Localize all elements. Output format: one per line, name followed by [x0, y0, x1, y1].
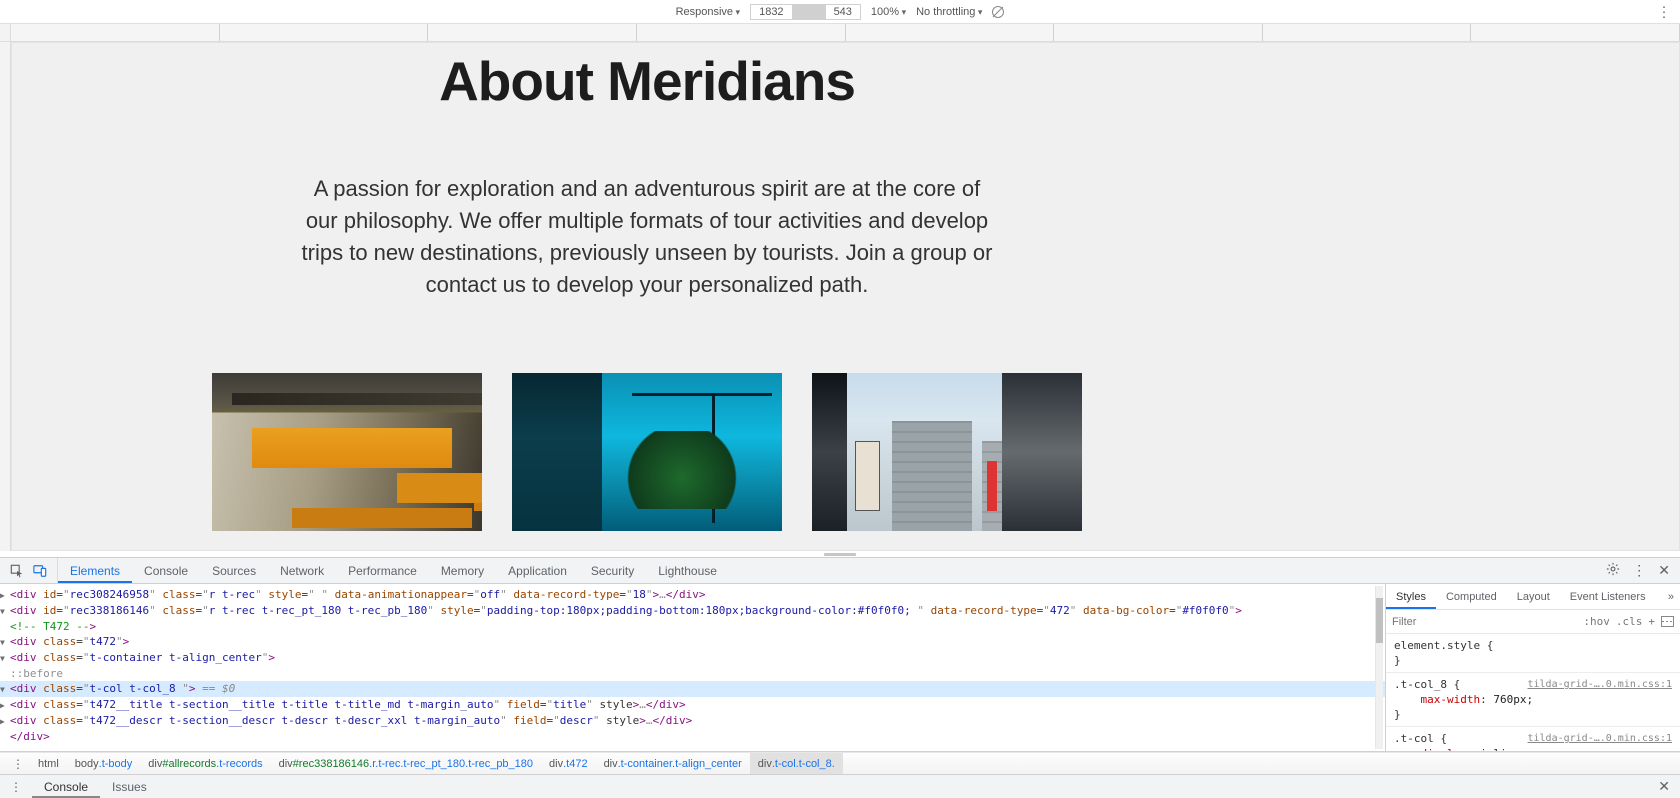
- styles-tab-computed[interactable]: Computed: [1436, 584, 1507, 609]
- dom-node[interactable]: <div class="t472__descr t-section__descr…: [0, 713, 1385, 729]
- tab-console[interactable]: Console: [132, 558, 200, 583]
- dom-node[interactable]: <div class="t472">: [0, 634, 1385, 650]
- css-declaration[interactable]: display: inline;: [1394, 746, 1672, 751]
- styles-tab-styles[interactable]: Styles: [1386, 584, 1436, 609]
- rule-t-col[interactable]: tilda-grid-….0.min.css:1.t-col {: [1394, 731, 1672, 746]
- toggle-hov-button[interactable]: :hov: [1583, 615, 1610, 628]
- drawer-tab-issues[interactable]: Issues: [100, 775, 159, 798]
- elements-scrollbar[interactable]: [1375, 586, 1383, 749]
- responsive-mode-dropdown[interactable]: Responsive: [676, 6, 741, 18]
- source-link[interactable]: tilda-grid-….0.min.css:1: [1528, 677, 1673, 692]
- drawer-tab-console[interactable]: Console: [32, 775, 100, 798]
- breadcrumb-item[interactable]: div#rec338186146.r.t-rec.t-rec_pt_180.t-…: [271, 753, 541, 774]
- breadcrumb-item[interactable]: div#allrecords.t-records: [140, 753, 270, 774]
- dom-node-close: </div>: [0, 729, 1385, 744]
- dom-before: ::before: [0, 666, 1385, 681]
- tab-sources[interactable]: Sources: [200, 558, 268, 583]
- elements-dom-tree[interactable]: <div id="rec308246958" class="r t-rec" s…: [0, 584, 1385, 751]
- tab-security[interactable]: Security: [579, 558, 646, 583]
- page-title: About Meridians: [212, 49, 1082, 113]
- tab-application[interactable]: Application: [496, 558, 579, 583]
- elements-breadcrumb: ⋮ html body.t-body div#allrecords.t-reco…: [0, 752, 1680, 774]
- dom-node[interactable]: <div id="rec338186146" class="r t-rec t-…: [0, 603, 1385, 619]
- device-toolbar: Responsive 1832 543 100% No throttling ⋮: [0, 0, 1680, 24]
- breadcrumb-item[interactable]: div.t-container.t-align_center: [596, 753, 750, 774]
- devtools-close-icon[interactable]: ✕: [1658, 562, 1670, 579]
- breadcrumb-item-active[interactable]: div.t-col.t-col_8.: [750, 753, 843, 774]
- rotate-icon[interactable]: [992, 6, 1004, 18]
- tab-lighthouse[interactable]: Lighthouse: [646, 558, 729, 583]
- styles-rules[interactable]: element.style { } tilda-grid-….0.min.css…: [1386, 634, 1680, 751]
- styles-panel: Styles Computed Layout Event Listeners »…: [1385, 584, 1680, 751]
- breadcrumb-item[interactable]: body.t-body: [67, 753, 141, 774]
- tab-elements[interactable]: Elements: [58, 558, 132, 583]
- card-image-busstop: [512, 373, 782, 531]
- dom-node-selected[interactable]: <div class="t-col t-col_8 "> == $0: [0, 681, 1385, 697]
- dom-node[interactable]: <div class="t-container t-align_center">: [0, 650, 1385, 666]
- rule-t-col-8[interactable]: tilda-grid-….0.min.css:1.t-col_8 {: [1394, 677, 1672, 692]
- breadcrumb-item[interactable]: div.t472: [541, 753, 596, 774]
- tab-network[interactable]: Network: [268, 558, 336, 583]
- new-style-rule-button[interactable]: +: [1648, 615, 1655, 628]
- styles-filter-input[interactable]: [1392, 616, 1577, 628]
- toggle-computed-sidebar-icon[interactable]: [1661, 616, 1674, 627]
- settings-gear-icon[interactable]: [1606, 562, 1620, 579]
- toggle-cls-button[interactable]: .cls: [1616, 615, 1643, 628]
- image-cards-row: [212, 373, 1082, 531]
- tab-performance[interactable]: Performance: [336, 558, 429, 583]
- tab-memory[interactable]: Memory: [429, 558, 496, 583]
- toggle-device-toolbar-icon[interactable]: [33, 564, 47, 578]
- css-declaration[interactable]: max-width: 760px;: [1394, 692, 1672, 707]
- rendered-viewport[interactable]: About Meridians A passion for exploratio…: [11, 42, 1680, 551]
- dom-node[interactable]: <div id="rec308246958" class="r t-rec" s…: [0, 587, 1385, 603]
- device-toolbar-menu-icon[interactable]: ⋮: [1657, 3, 1670, 20]
- preview-area: About Meridians A passion for exploratio…: [0, 42, 1680, 551]
- inspect-element-icon[interactable]: [10, 564, 24, 578]
- source-link[interactable]: tilda-grid-….0.min.css:1: [1528, 731, 1673, 746]
- drawer-close-icon[interactable]: ✕: [1648, 778, 1680, 795]
- styles-tabs-overflow-icon[interactable]: »: [1662, 584, 1680, 609]
- breadcrumb-item[interactable]: html: [30, 753, 67, 774]
- drawer-menu-icon[interactable]: ⋮: [0, 780, 32, 794]
- styles-tabbar: Styles Computed Layout Event Listeners »: [1386, 584, 1680, 610]
- dom-node[interactable]: <div class="t472__title t-section__title…: [0, 697, 1385, 713]
- rulers: [0, 24, 1680, 42]
- zoom-dropdown[interactable]: 100%: [871, 6, 906, 18]
- devtools-drawer: ⋮ Console Issues ✕: [0, 774, 1680, 798]
- dimension-inputs: 1832 543: [750, 4, 861, 20]
- rule-element-style[interactable]: element.style {: [1394, 638, 1672, 653]
- styles-tab-event-listeners[interactable]: Event Listeners: [1560, 584, 1656, 609]
- rule-close: }: [1394, 653, 1672, 668]
- styles-filter-bar: :hov .cls +: [1386, 610, 1680, 634]
- page-description: A passion for exploration and an adventu…: [297, 173, 997, 301]
- card-image-city: [812, 373, 1082, 531]
- rule-close: }: [1394, 707, 1672, 722]
- devtools-body: <div id="rec308246958" class="r t-rec" s…: [0, 584, 1680, 752]
- styles-tab-layout[interactable]: Layout: [1507, 584, 1560, 609]
- card-image-airport: [212, 373, 482, 531]
- viewport-height-input[interactable]: 543: [826, 5, 860, 19]
- throttling-dropdown[interactable]: No throttling: [916, 6, 982, 18]
- breadcrumb-menu-icon[interactable]: ⋮: [6, 757, 30, 771]
- devtools-tabbar: Elements Console Sources Network Perform…: [0, 557, 1680, 584]
- viewport-width-input[interactable]: 1832: [751, 5, 791, 19]
- dom-comment: <!-- T472 -->: [0, 619, 1385, 634]
- devtools-menu-icon[interactable]: ⋮: [1632, 562, 1646, 579]
